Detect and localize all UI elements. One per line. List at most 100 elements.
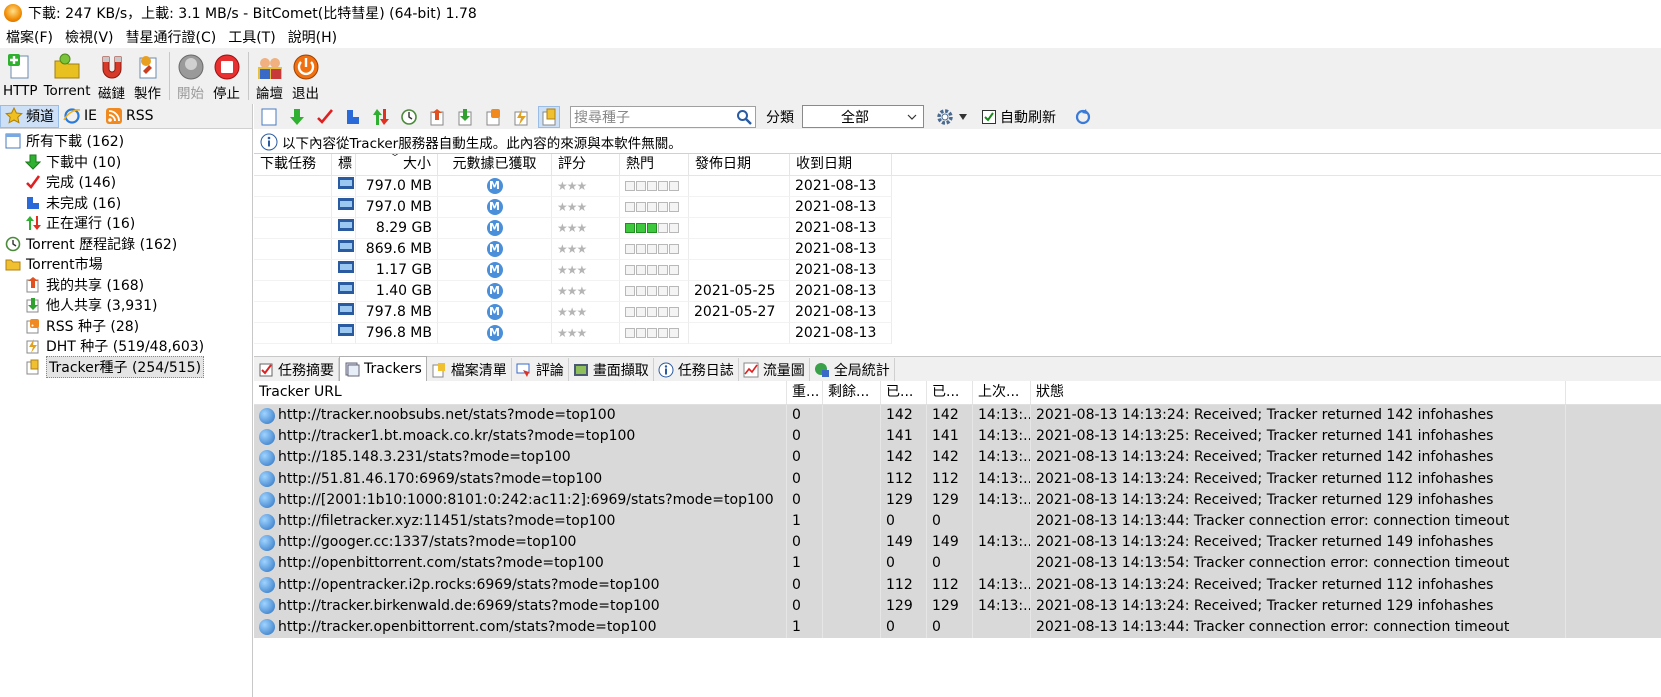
tree-item-rss-seeds[interactable]: RSS 种子 (28) bbox=[0, 316, 252, 337]
search-input[interactable] bbox=[574, 108, 724, 125]
col-publish-date[interactable]: 發佈日期 bbox=[689, 154, 790, 175]
auto-refresh-checkbox[interactable] bbox=[982, 109, 996, 124]
menu-pass[interactable]: 彗星通行證(C) bbox=[120, 27, 223, 47]
table-row[interactable]: 797.0 MB M ★★★ 2021-08-13 bbox=[254, 176, 1661, 197]
tab-channel[interactable]: 頻道 bbox=[0, 104, 59, 128]
col-hot[interactable]: 熱門 bbox=[620, 154, 689, 175]
table-row[interactable]: 796.8 MB M ★★★ 2021-08-13 bbox=[254, 323, 1661, 344]
refresh-icon[interactable] bbox=[1072, 106, 1094, 128]
col-remaining[interactable]: 剩餘... bbox=[823, 381, 881, 404]
forum-button[interactable]: 論壇 bbox=[252, 52, 288, 102]
table-row[interactable]: 797.0 MB M ★★★ 2021-08-13 bbox=[254, 197, 1661, 218]
running-arrows-icon[interactable] bbox=[370, 106, 392, 128]
search-icon[interactable] bbox=[736, 109, 752, 125]
tracker-row[interactable]: http://51.81.46.170:6969/stats?mode=top1… bbox=[254, 468, 1661, 490]
dht-icon[interactable] bbox=[510, 106, 532, 128]
tracker-row[interactable]: http://tracker.birkenwald.de:6969/stats?… bbox=[254, 595, 1661, 617]
tree-item-others-share[interactable]: 他人共享 (3,931) bbox=[0, 295, 252, 316]
table-row[interactable]: 1.17 GB M ★★★ 2021-08-13 bbox=[254, 260, 1661, 281]
tracker-row[interactable]: http://[2001:1b10:1000:8101:0:242:ac11:2… bbox=[254, 489, 1661, 511]
cell-publish-date bbox=[689, 218, 790, 239]
menu-tools[interactable]: 工具(T) bbox=[222, 27, 281, 47]
col-tag[interactable]: 標 bbox=[332, 154, 356, 175]
col-done-a[interactable]: 已... bbox=[881, 381, 927, 404]
tab-comments[interactable]: 評論 bbox=[512, 358, 569, 381]
tree-item-completed[interactable]: 完成 (146) bbox=[0, 172, 252, 193]
cell-status: 2021-08-13 14:13:24: Received; Tracker r… bbox=[1031, 574, 1566, 596]
col-metadata[interactable]: 元數據已獲取 bbox=[438, 154, 552, 175]
tree-item-running[interactable]: 正在運行 (16) bbox=[0, 213, 252, 234]
tab-ie[interactable]: IE bbox=[59, 105, 101, 128]
incomplete-icon[interactable] bbox=[342, 106, 364, 128]
col-last[interactable]: 上次... bbox=[973, 381, 1031, 404]
tracker-row[interactable]: http://tracker.noobsubs.net/stats?mode=t… bbox=[254, 405, 1661, 427]
menu-help[interactable]: 說明(H) bbox=[282, 27, 343, 47]
tracker-seed-icon[interactable] bbox=[538, 105, 560, 128]
tree-item-history[interactable]: Torrent 歷程記錄 (162) bbox=[0, 234, 252, 255]
menu-view[interactable]: 檢視(V) bbox=[59, 27, 120, 47]
tree-item-tracker-seeds[interactable]: Tracker種子 (254/515) bbox=[0, 355, 252, 378]
tab-trackers[interactable]: Trackers bbox=[339, 356, 427, 381]
cell-done-a: 141 bbox=[881, 426, 927, 448]
history-icon[interactable] bbox=[398, 106, 420, 128]
table-row[interactable]: 797.8 MB M ★★★ 2021-05-27 2021-08-13 bbox=[254, 302, 1661, 323]
my-share-icon[interactable] bbox=[426, 106, 448, 128]
col-done-b[interactable]: 已... bbox=[927, 381, 973, 404]
cell-metadata: M bbox=[438, 281, 552, 302]
stop-button[interactable]: 停止 bbox=[209, 52, 245, 102]
col-status[interactable]: 狀態 bbox=[1031, 381, 1566, 404]
tracker-row[interactable]: http://tracker.openbittorrent.com/stats?… bbox=[254, 616, 1661, 639]
col-rating[interactable]: 評分 bbox=[552, 154, 620, 175]
exit-button[interactable]: 退出 bbox=[288, 52, 324, 102]
checkmark-icon[interactable] bbox=[314, 106, 336, 128]
download-green-arrow-icon[interactable] bbox=[286, 106, 308, 128]
tracker-row[interactable]: http://tracker1.bt.moack.co.kr/stats?mod… bbox=[254, 426, 1661, 448]
dropdown-arrow-icon[interactable] bbox=[958, 113, 968, 121]
table-row[interactable]: 1.40 GB M ★★★ 2021-05-25 2021-08-13 bbox=[254, 281, 1661, 302]
tree-item-market[interactable]: Torrent市場 bbox=[0, 254, 252, 275]
tab-files[interactable]: 檔案清單 bbox=[427, 358, 512, 381]
tab-rss[interactable]: RSS bbox=[101, 105, 158, 128]
col-size[interactable]: ﹀ 大小 bbox=[356, 154, 438, 175]
metadata-badge-icon: M bbox=[486, 283, 503, 299]
tracker-row[interactable]: http://filetracker.xyz:11451/stats?mode=… bbox=[254, 510, 1661, 533]
tracker-row[interactable]: http://185.148.3.231/stats?mode=top100 0 1… bbox=[254, 447, 1661, 469]
screenshot-icon bbox=[573, 363, 588, 376]
col-retry[interactable]: 重... bbox=[787, 381, 823, 404]
others-share-icon[interactable] bbox=[454, 106, 476, 128]
col-tracker-url[interactable]: Tracker URL bbox=[254, 381, 787, 404]
tree-item-dht-seeds[interactable]: DHT 种子 (519/48,603) bbox=[0, 336, 252, 357]
tree-item-incomplete[interactable]: 未完成 (16) bbox=[0, 193, 252, 214]
tab-global-stats[interactable]: 全局統計 bbox=[810, 358, 895, 381]
magnet-button[interactable]: 磁鏈 bbox=[94, 52, 130, 102]
new-page-icon[interactable] bbox=[258, 106, 280, 128]
cell-retry: 0 bbox=[787, 595, 823, 617]
table-row[interactable]: 8.29 GB M ★★★ 2021-08-13 bbox=[254, 218, 1661, 239]
tab-screenshots[interactable]: 畫面擷取 bbox=[569, 358, 654, 381]
checkmark-icon bbox=[24, 173, 42, 191]
tree-item-my-share[interactable]: 我的共享 (168) bbox=[0, 275, 252, 296]
tree-item-all-downloads[interactable]: 所有下載 (162) bbox=[0, 131, 252, 152]
make-torrent-button[interactable]: 製作 bbox=[130, 52, 166, 102]
gear-icon[interactable] bbox=[934, 106, 956, 128]
tracker-row[interactable]: http://openbittorrent.com/stats?mode=top… bbox=[254, 553, 1661, 575]
start-button[interactable]: 開始 bbox=[173, 52, 209, 102]
tracker-row[interactable]: http://googer.cc:1337/stats?mode=top100 0… bbox=[254, 532, 1661, 554]
tab-summary[interactable]: 任務摘要 bbox=[254, 358, 339, 381]
http-button[interactable]: HTTP bbox=[0, 52, 41, 102]
cell-status: 2021-08-13 14:13:54: Tracker connection … bbox=[1031, 553, 1566, 575]
tab-traffic[interactable]: 流量圖 bbox=[739, 358, 810, 381]
category-select[interactable]: 全部 bbox=[802, 105, 924, 128]
cell-tag bbox=[332, 281, 356, 302]
col-received-date[interactable]: 收到日期 bbox=[790, 154, 892, 175]
left-tabs: 頻道 IE RSS bbox=[0, 104, 252, 129]
tracker-row[interactable]: http://opentracker.i2p.rocks:6969/stats?… bbox=[254, 574, 1661, 596]
dht-icon bbox=[24, 337, 42, 355]
tab-log[interactable]: 任務日誌 bbox=[654, 358, 739, 381]
torrent-button[interactable]: Torrent bbox=[41, 52, 94, 102]
menu-file[interactable]: 檔案(F) bbox=[0, 27, 59, 47]
rss-icon[interactable] bbox=[482, 106, 504, 128]
table-row[interactable]: 869.6 MB M ★★★ 2021-08-13 bbox=[254, 239, 1661, 260]
col-task[interactable]: 下載任務 bbox=[254, 154, 332, 175]
tree-item-downloading[interactable]: 下載中 (10) bbox=[0, 152, 252, 173]
